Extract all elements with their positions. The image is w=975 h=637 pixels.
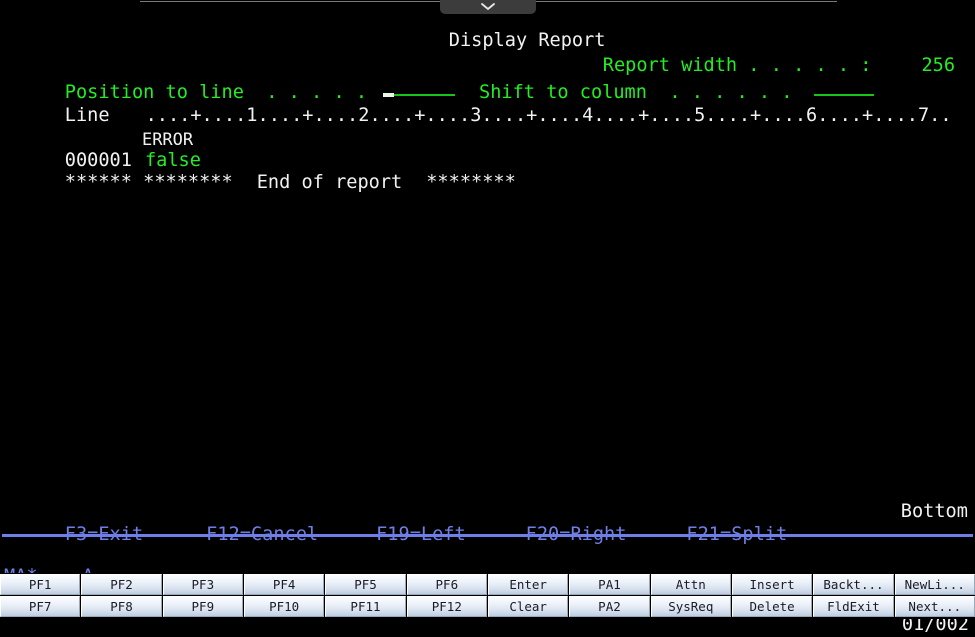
report-data-row: 000001 false — [0, 128, 975, 171]
keybar-button-delete[interactable]: Delete — [731, 596, 813, 617]
keybar-button-pf10[interactable]: PF10 — [243, 596, 325, 617]
keybar-button-pf6[interactable]: PF6 — [406, 574, 487, 595]
keybar-button-insert[interactable]: Insert — [731, 574, 813, 595]
end-marker-left: ****** ******** — [64, 172, 233, 193]
keybar-button-pf1[interactable]: PF1 — [0, 574, 81, 595]
terminal-screen: Display Report Report width . . . . . :2… — [0, 8, 975, 568]
keybar-button-fldexit[interactable]: FldExit — [813, 596, 894, 617]
keybar-button-enter[interactable]: Enter — [487, 574, 569, 595]
keybar-button-pf11[interactable]: PF11 — [325, 596, 406, 617]
status-bar-divider — [2, 534, 973, 537]
entry-fields-row: Position to line . . . . . Shift to colum… — [0, 58, 975, 103]
keybar-button-pf5[interactable]: PF5 — [325, 574, 406, 595]
end-marker-right: ******** — [426, 172, 516, 193]
function-key-row-2: PF7 PF8 PF9 PF10 PF11 PF12 Clear PA2 SysReq Delet… — [0, 596, 975, 617]
ruler-row: Line ....+....1....+....2....+....3....+.… — [0, 83, 975, 126]
keybar-button-backt[interactable]: Backt... — [813, 574, 894, 595]
keybar-button-clear[interactable]: Clear — [487, 596, 569, 617]
end-of-report-row: ****** ******** End of report ******** — [0, 150, 975, 193]
keybar-button-pf3[interactable]: PF3 — [162, 574, 243, 595]
status-bar: MA* A ] 01/002 — [0, 541, 975, 635]
bottom-indicator-row: Bottom — [0, 479, 975, 522]
function-key-row-1: PF1 PF2 PF3 PF4 PF5 PF6 Enter PA1 Attn Insert Back… — [0, 574, 975, 595]
keybar-button-newli[interactable]: NewLi... — [894, 574, 975, 595]
keybar-button-pf9[interactable]: PF9 — [162, 596, 243, 617]
keybar-button-pa1[interactable]: PA1 — [569, 574, 650, 595]
screen-title-row: Display Report — [0, 8, 975, 51]
keybar-button-attn[interactable]: Attn — [650, 574, 731, 595]
report-width-row: Report width . . . . . :256 — [0, 33, 975, 76]
keybar-button-pf2[interactable]: PF2 — [81, 574, 162, 595]
keybar-button-pf7[interactable]: PF7 — [0, 596, 81, 617]
keybar-button-pa2[interactable]: PA2 — [569, 596, 650, 617]
end-of-report-text: End of report — [256, 172, 403, 193]
keybar-button-pf4[interactable]: PF4 — [243, 574, 325, 595]
keybar-button-sysreq[interactable]: SysReq — [650, 596, 731, 617]
keybar-button-pf8[interactable]: PF8 — [81, 596, 162, 617]
keybar-button-next[interactable]: Next... — [894, 596, 975, 617]
keybar-button-pf12[interactable]: PF12 — [406, 596, 487, 617]
function-key-legend-row: F3=Exit F12=Cancel F19=Left F20=Right F21=Sp… — [0, 502, 975, 545]
column-header-row: ERROR — [0, 107, 975, 150]
function-key-bar: PF1 PF2 PF3 PF4 PF5 PF6 Enter PA1 Attn Insert Back… — [0, 573, 975, 619]
